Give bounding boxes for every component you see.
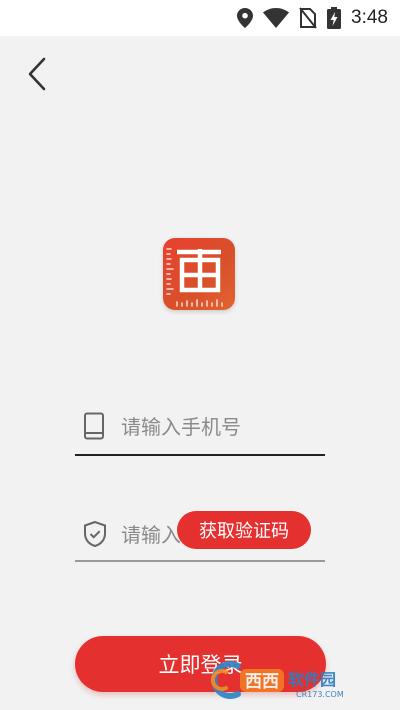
svg-text:西西: 西西 bbox=[245, 672, 279, 692]
get-code-button[interactable]: 获取验证码 bbox=[177, 511, 311, 549]
app-logo-icon bbox=[166, 248, 223, 307]
shield-check-icon bbox=[83, 520, 107, 552]
no-sim-icon bbox=[299, 7, 317, 29]
phone-input[interactable] bbox=[121, 408, 311, 446]
chevron-left-icon bbox=[27, 57, 47, 91]
battery-charging-icon bbox=[327, 7, 342, 29]
status-time: 3:48 bbox=[351, 7, 388, 28]
location-icon bbox=[237, 8, 254, 28]
back-button[interactable] bbox=[22, 56, 52, 92]
app-logo bbox=[163, 238, 235, 310]
watermark: 西西 软件园 CR173.COM bbox=[210, 660, 380, 700]
phone-icon bbox=[83, 412, 105, 444]
status-icons: 3:48 bbox=[237, 0, 388, 36]
wifi-icon bbox=[263, 8, 290, 28]
svg-text:CR173.COM: CR173.COM bbox=[296, 690, 344, 699]
phone-field bbox=[75, 400, 325, 456]
svg-text:软件园: 软件园 bbox=[288, 670, 336, 689]
status-bar: 3:48 bbox=[0, 0, 400, 36]
